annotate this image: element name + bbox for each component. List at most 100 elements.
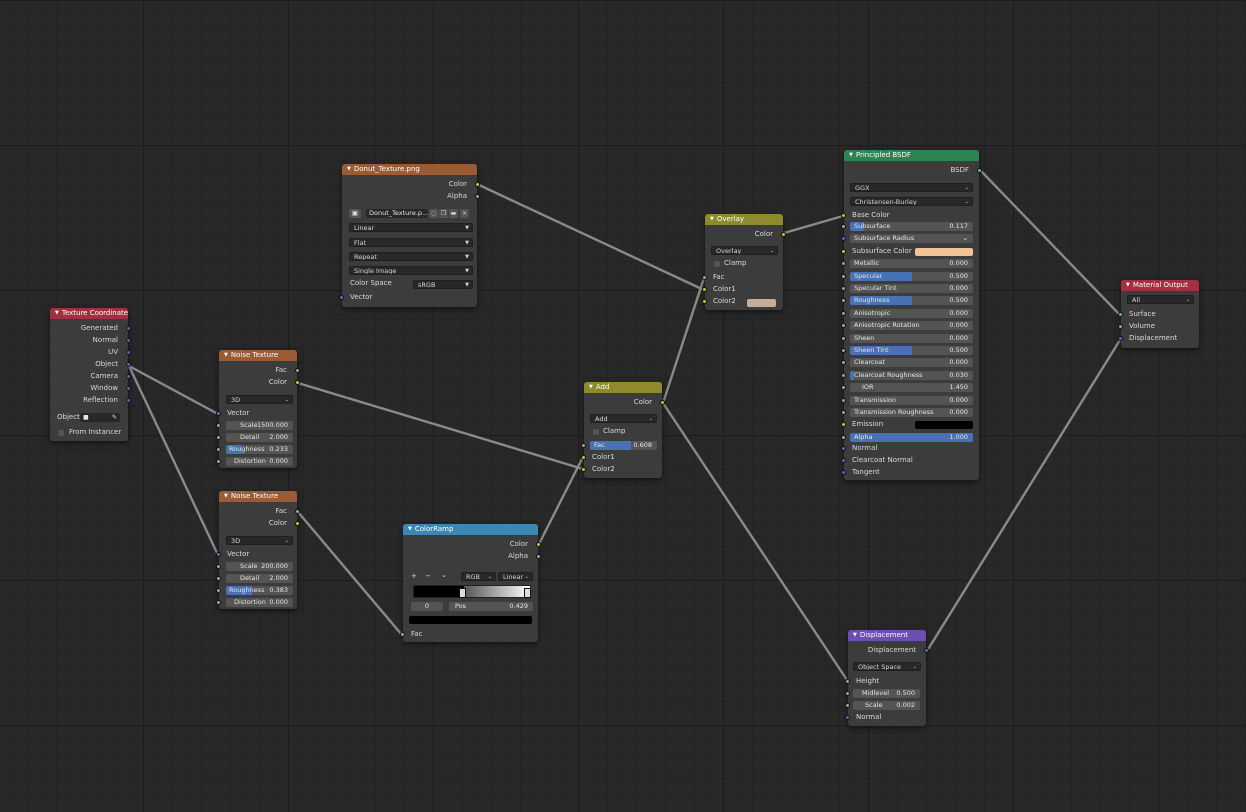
- socket-displacement[interactable]: [1118, 336, 1123, 341]
- socket-sheen-tint[interactable]: [841, 348, 846, 353]
- clearcoat-field[interactable]: Clearcoat 0.000: [850, 358, 973, 368]
- socket-roughness[interactable]: [216, 588, 221, 593]
- socket-fac[interactable]: [702, 275, 707, 280]
- node-header[interactable]: ▼ Texture Coordinate: [50, 308, 128, 319]
- socket-scale[interactable]: [216, 423, 221, 428]
- socket-metallic[interactable]: [841, 261, 846, 267]
- projection-dropdown[interactable]: Flat ▼: [349, 238, 473, 247]
- socket-displacement[interactable]: [924, 648, 929, 653]
- image-browse-button[interactable]: ▣: [349, 209, 361, 218]
- socket-surface[interactable]: [1118, 312, 1123, 317]
- from-instancer-checkbox[interactable]: [58, 430, 64, 436]
- link-add-color-overlay-fac[interactable]: [661, 276, 706, 405]
- socket-roughness[interactable]: [841, 298, 846, 304]
- collapse-arrow-icon[interactable]: ▼: [55, 308, 59, 319]
- duplicate-icon[interactable]: ❐: [439, 209, 448, 218]
- close-icon[interactable]: ×: [460, 209, 469, 218]
- link-texcoord-object-noise2[interactable]: [127, 364, 220, 557]
- collapse-arrow-icon[interactable]: ▼: [853, 630, 857, 641]
- transmission-field[interactable]: Transmission 0.000: [850, 395, 973, 405]
- distortion-field[interactable]: Distortion 0.000: [226, 457, 293, 466]
- object-picker-field[interactable]: ■ ✎: [80, 413, 120, 422]
- collapse-arrow-icon[interactable]: ▼: [1126, 280, 1130, 291]
- socket-uv[interactable]: [126, 350, 131, 355]
- socket-color[interactable]: [781, 232, 786, 237]
- interpolation-dropdown[interactable]: Linear ⌄: [498, 572, 533, 581]
- socket-subsurface-color[interactable]: [841, 248, 846, 254]
- socket-anisotropic[interactable]: [841, 310, 846, 316]
- ramp-stop-handle[interactable]: [459, 588, 466, 598]
- stop-color-swatch[interactable]: [409, 616, 532, 624]
- sheen-tint-field[interactable]: Sheen Tint 0.500: [850, 346, 973, 355]
- socket-subsurface-radius[interactable]: [841, 236, 846, 242]
- subsurface-radius-field[interactable]: Subsurface Radius ⌄: [850, 234, 973, 244]
- socket-transmission-roughness[interactable]: [841, 410, 846, 415]
- color-mode-dropdown[interactable]: RGB ⌄: [461, 572, 496, 581]
- socket-fac[interactable]: [295, 509, 300, 514]
- node-header[interactable]: ▼ Overlay: [705, 214, 783, 225]
- socket-color2[interactable]: [702, 299, 707, 304]
- displacement-node[interactable]: ▼ Displacement Displacement Object Space ⌄…: [845, 630, 929, 726]
- link-image-color-overlay-color1[interactable]: [477, 183, 706, 292]
- ior-field[interactable]: IOR 1.450: [850, 383, 973, 393]
- subsurface-method-dropdown[interactable]: Christensen-Burley ⌄: [850, 197, 973, 206]
- fake-user-icon[interactable]: ◌: [429, 209, 438, 218]
- socket-transmission[interactable]: [841, 397, 846, 403]
- socket-detail[interactable]: [216, 576, 221, 581]
- socket-detail[interactable]: [216, 435, 221, 440]
- folder-icon[interactable]: ▬: [449, 209, 458, 218]
- node-header[interactable]: ▼ Material Output: [1121, 280, 1199, 291]
- subsurface-field[interactable]: Subsurface 0.117: [850, 222, 973, 231]
- alpha-field[interactable]: Alpha 1.000: [850, 432, 973, 442]
- socket-alpha[interactable]: [536, 554, 541, 559]
- node-header[interactable]: ▼ Displacement: [848, 630, 926, 641]
- node-header[interactable]: ▼ Add: [584, 382, 662, 393]
- link-noise2-fac-colorramp-fac[interactable]: [296, 510, 404, 637]
- socket-color2[interactable]: [581, 467, 586, 472]
- socket-volume[interactable]: [1118, 324, 1123, 329]
- scale-field[interactable]: Scale 0.002: [853, 701, 920, 710]
- extension-dropdown[interactable]: Repeat ▼: [349, 252, 473, 261]
- socket-height[interactable]: [845, 679, 850, 684]
- roughness-field[interactable]: Roughness 0.500: [850, 296, 973, 306]
- node-header[interactable]: ▼ ColorRamp: [403, 524, 538, 535]
- detail-field[interactable]: Detail 2.000: [226, 574, 293, 583]
- socket-normal[interactable]: [126, 338, 131, 343]
- midlevel-field[interactable]: Midlevel 0.500: [853, 689, 920, 698]
- socket-clearcoat-normal[interactable]: [841, 458, 846, 463]
- distribution-dropdown[interactable]: GGX ⌄: [850, 183, 973, 192]
- link-overlay-color-bsdf-base[interactable]: [782, 214, 845, 235]
- image-texture-node[interactable]: ▼ Donut_Texture.png Color Alpha ▣ Donut_T…: [339, 164, 480, 307]
- socket-alpha[interactable]: [841, 434, 846, 440]
- socket-roughness[interactable]: [216, 447, 221, 452]
- socket-color[interactable]: [295, 380, 300, 385]
- dimensions-dropdown[interactable]: 3D ⌄: [226, 536, 293, 545]
- color-ramp-gradient[interactable]: [413, 585, 531, 598]
- blend-mode-dropdown[interactable]: Add ⌄: [590, 414, 657, 423]
- material-output-node[interactable]: ▼ Material Output All ⌄ Surface Volume Dis…: [1118, 280, 1199, 348]
- collapse-arrow-icon[interactable]: ▼: [849, 150, 853, 161]
- colorramp-node[interactable]: ▼ ColorRamp Color Alpha + − ⌄ RGB ⌄ Linear…: [400, 524, 541, 642]
- link-bsdf-output-surface[interactable]: [979, 169, 1122, 317]
- socket-midlevel[interactable]: [845, 691, 850, 696]
- socket-tangent[interactable]: [841, 470, 846, 475]
- clamp-checkbox[interactable]: [593, 429, 599, 435]
- socket-anisotropic-rotation[interactable]: [841, 323, 846, 329]
- collapse-arrow-icon[interactable]: ▼: [408, 524, 412, 535]
- emission-swatch[interactable]: [915, 421, 973, 430]
- roughness-field[interactable]: Roughness 0.383: [226, 586, 293, 595]
- link-colorramp-color-add-color1[interactable]: [537, 455, 585, 546]
- source-dropdown[interactable]: Single Image ▼: [349, 266, 473, 275]
- collapse-arrow-icon[interactable]: ▼: [589, 382, 593, 393]
- fac-field[interactable]: Fac 0.608: [590, 441, 657, 450]
- color-space-dropdown[interactable]: sRGB ▼: [413, 280, 473, 289]
- mix-overlay-node[interactable]: ▼ Overlay Color Overlay ⌄ Clamp Fac Color1…: [702, 214, 786, 310]
- node-header[interactable]: ▼ Noise Texture: [219, 491, 297, 502]
- socket-alpha[interactable]: [475, 194, 480, 199]
- detail-field[interactable]: Detail 2.000: [226, 433, 293, 442]
- link-add-color-displacement-height[interactable]: [661, 401, 849, 682]
- socket-distortion[interactable]: [216, 600, 221, 605]
- socket-normal[interactable]: [845, 715, 850, 720]
- collapse-arrow-icon[interactable]: ▼: [710, 214, 714, 225]
- socket-base-color[interactable]: [841, 213, 846, 218]
